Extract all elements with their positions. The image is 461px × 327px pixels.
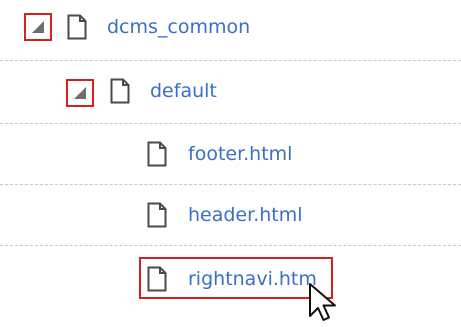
tree-node-footer: footer.html xyxy=(0,124,461,184)
tree-node-label[interactable]: rightnavi.htm xyxy=(188,266,317,292)
file-icon xyxy=(147,266,167,292)
tree-node-dcms-common: dcms_common xyxy=(0,0,461,60)
file-icon xyxy=(147,141,167,167)
tree-node-header: header.html xyxy=(0,185,461,245)
file-icon xyxy=(110,78,130,104)
mouse-pointer-icon xyxy=(308,282,340,322)
file-icon xyxy=(147,202,167,228)
tree-node-label[interactable]: dcms_common xyxy=(107,14,250,40)
tree-node-label[interactable]: footer.html xyxy=(188,141,292,167)
tree-node-rightnavi: rightnavi.htm xyxy=(0,246,461,306)
tree-node-label[interactable]: header.html xyxy=(188,202,303,228)
expand-toggle-dcms-common[interactable] xyxy=(24,13,52,41)
tree-node-label[interactable]: default xyxy=(150,78,217,104)
file-icon xyxy=(67,14,87,40)
tree-node-default: default xyxy=(0,61,461,121)
expand-toggle-default[interactable] xyxy=(66,79,94,107)
collapse-triangle-icon xyxy=(32,21,44,33)
collapse-triangle-icon xyxy=(74,87,86,99)
